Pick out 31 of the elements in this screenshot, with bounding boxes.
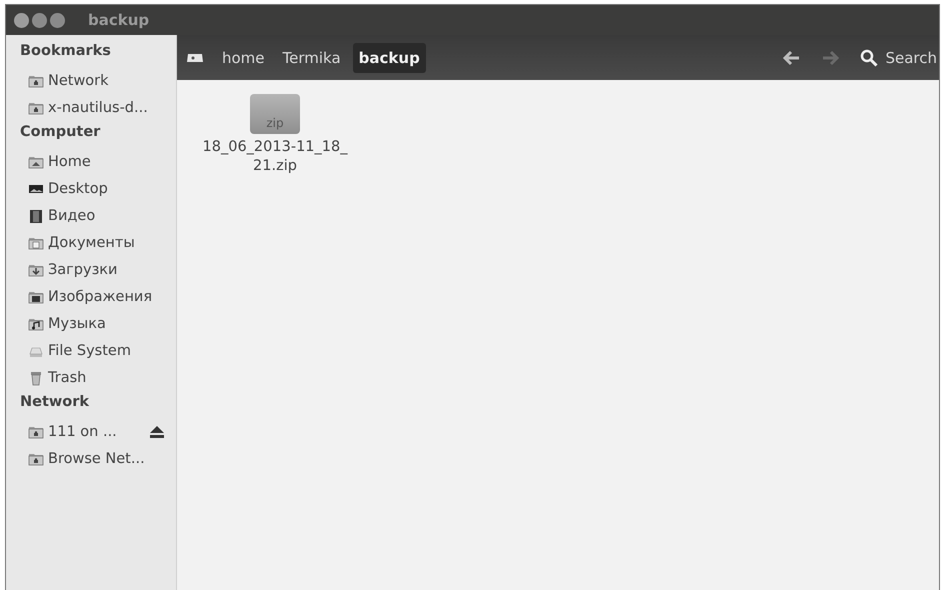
film-folder-icon xyxy=(28,208,44,224)
sidebar-item[interactable]: Desktop xyxy=(6,175,176,202)
maximize-button[interactable] xyxy=(50,12,65,28)
sidebar-item[interactable]: Загрузки xyxy=(6,256,176,283)
close-button[interactable] xyxy=(14,12,29,28)
file-name[interactable]: 18_06_2013-11_18_ 21.zip xyxy=(202,138,348,176)
sidebar-item[interactable]: Trash xyxy=(6,364,176,391)
eject-icon[interactable] xyxy=(149,424,165,438)
sidebar-item[interactable]: Видео xyxy=(6,202,176,229)
sidebar-item[interactable]: Изображения xyxy=(6,283,176,310)
section-heading: Network xyxy=(19,393,90,412)
search-icon xyxy=(860,48,878,66)
sidebar-item[interactable]: Browse Net... xyxy=(6,445,176,472)
sidebar-item[interactable]: File System xyxy=(6,337,176,364)
path-button[interactable]: home xyxy=(216,42,271,72)
sidebar-item[interactable]: Музыка xyxy=(6,310,176,337)
sidebar-item[interactable]: 111 on ... xyxy=(6,418,176,445)
sidebar-item[interactable]: x-nautilus-d... xyxy=(6,94,176,121)
file-type-label: zip xyxy=(266,116,284,132)
sidebar-item[interactable]: Network xyxy=(6,67,176,94)
section-heading: Computer xyxy=(19,123,102,142)
back-arrow-icon[interactable] xyxy=(783,50,802,66)
trash-icon xyxy=(28,370,44,386)
path-button[interactable]: backup xyxy=(352,42,426,72)
minimize-button[interactable] xyxy=(32,12,47,28)
sidebar-item[interactable]: Home xyxy=(6,148,176,175)
search-button[interactable]: Search xyxy=(852,48,939,66)
sidebar-item[interactable]: Документы xyxy=(6,229,176,256)
window-title: backup xyxy=(88,11,150,29)
section-heading: Bookmarks xyxy=(19,42,112,61)
path-button[interactable]: Termika xyxy=(276,42,347,72)
